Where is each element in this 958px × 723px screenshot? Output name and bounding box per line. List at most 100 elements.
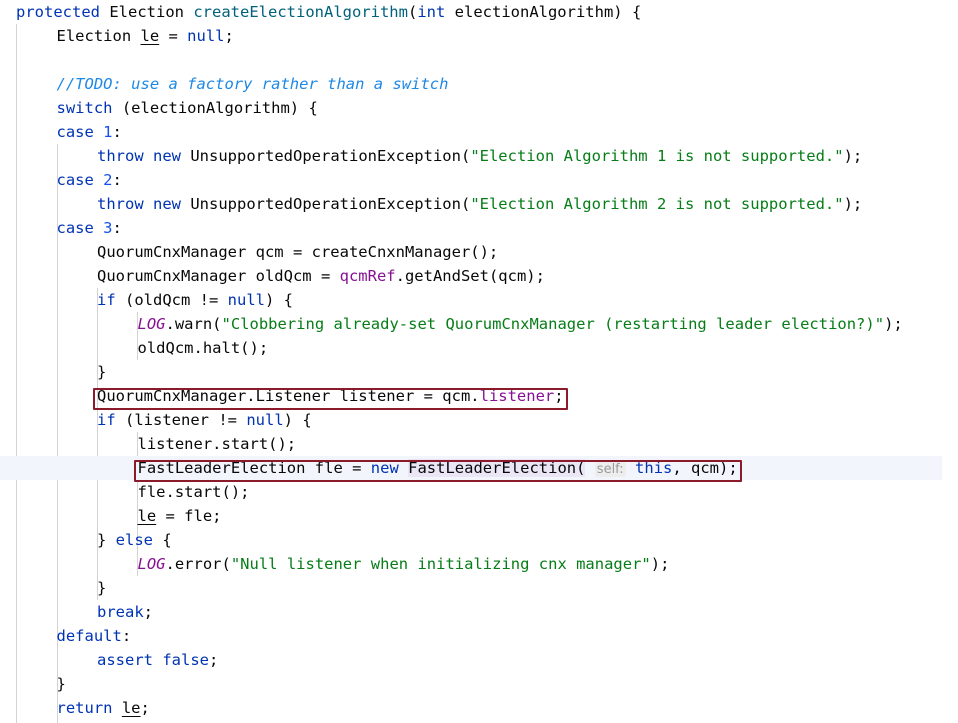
code-token: );: [843, 195, 863, 213]
code-content[interactable]: protected Election createElectionAlgorit…: [0, 0, 958, 720]
code-token: .getAndSet(qcm);: [395, 267, 545, 285]
inlay-hint[interactable]: self:: [594, 462, 626, 477]
code-token: :: [112, 219, 122, 237]
code-line[interactable]: return le;: [0, 696, 958, 720]
code-editor[interactable]: protected Election createElectionAlgorit…: [0, 0, 958, 723]
code-token: le: [121, 699, 141, 717]
code-token: .error(: [165, 555, 231, 573]
code-token: );: [650, 555, 670, 573]
code-line[interactable]: LOG.error("Null listener when initializi…: [0, 552, 958, 576]
line-tokens: listener.start();: [138, 435, 297, 453]
code-token: :: [121, 627, 132, 645]
code-token: (: [407, 3, 418, 21]
code-line[interactable]: throw new UnsupportedOperationException(…: [0, 192, 958, 216]
code-line[interactable]: }: [0, 672, 958, 696]
code-line[interactable]: default:: [0, 624, 958, 648]
code-line[interactable]: QuorumCnxManager qcm = createCnxnManager…: [0, 240, 958, 264]
line-tokens: throw new UnsupportedOperationException(…: [97, 147, 862, 165]
code-token: break: [97, 603, 144, 621]
code-line[interactable]: } else {: [0, 528, 958, 552]
code-token: Election: [56, 27, 132, 45]
code-token: .warn(: [165, 315, 222, 333]
line-tokens: return le;: [57, 699, 150, 717]
code-line[interactable]: listener.start();: [0, 432, 958, 456]
line-tokens: }: [97, 363, 106, 381]
code-line[interactable]: case 1:: [0, 120, 958, 144]
line-tokens: assert false;: [97, 651, 218, 669]
code-token: (oldQcm !=: [115, 291, 228, 309]
line-tokens: LOG.warn("Clobbering already-set QuorumC…: [138, 315, 903, 333]
code-line[interactable]: Election le = null;: [0, 24, 958, 48]
line-tokens: QuorumCnxManager qcm = createCnxnManager…: [97, 243, 498, 261]
code-token: QuorumCnxManager.Listener listener = qcm…: [97, 387, 480, 405]
code-token: :: [112, 171, 122, 189]
line-tokens: }: [57, 675, 66, 693]
code-token: le: [140, 27, 160, 45]
code-line[interactable]: break;: [0, 600, 958, 624]
code-line[interactable]: //TODO: use a factory rather than a swit…: [0, 72, 958, 96]
code-token: //TODO: use a factory rather than a swit…: [56, 75, 449, 93]
line-tokens: if (oldQcm != null) {: [97, 291, 293, 309]
code-token: if: [97, 291, 116, 309]
code-line[interactable]: if (oldQcm != null) {: [0, 288, 958, 312]
code-token: {: [153, 531, 172, 549]
code-token: oldQcm.halt();: [137, 339, 269, 357]
line-tokens: FastLeaderElection fle = new FastLeaderE…: [138, 459, 738, 477]
code-token: assert: [97, 651, 153, 669]
code-line[interactable]: assert false;: [0, 648, 958, 672]
code-token: "Election Algorithm 2 is not supported.": [470, 195, 844, 213]
code-token: LOG: [137, 315, 166, 333]
code-line[interactable]: }: [0, 360, 958, 384]
code-token: ;: [140, 699, 150, 717]
code-token: null: [246, 411, 284, 429]
code-token: =: [159, 27, 188, 45]
code-token: :: [112, 123, 122, 141]
code-line[interactable]: }: [0, 576, 958, 600]
line-tokens: le = fle;: [138, 507, 222, 525]
code-line[interactable]: protected Election createElectionAlgorit…: [0, 0, 958, 24]
code-token: listener: [479, 387, 555, 405]
code-token: listener.start();: [137, 435, 297, 453]
code-line[interactable]: case 2:: [0, 168, 958, 192]
code-line[interactable]: QuorumCnxManager oldQcm = qcmRef.getAndS…: [0, 264, 958, 288]
code-token: = fle;: [156, 507, 222, 525]
code-line[interactable]: LOG.warn("Clobbering already-set QuorumC…: [0, 312, 958, 336]
code-line[interactable]: throw new UnsupportedOperationException(…: [0, 144, 958, 168]
code-token: qcmRef: [339, 267, 396, 285]
code-line[interactable]: if (listener != null) {: [0, 408, 958, 432]
code-line[interactable]: le = fle;: [0, 504, 958, 528]
line-tokens: QuorumCnxManager oldQcm = qcmRef.getAndS…: [97, 267, 545, 285]
code-line[interactable]: [0, 48, 958, 72]
code-line[interactable]: switch (electionAlgorithm) {: [0, 96, 958, 120]
code-token: }: [97, 363, 107, 381]
code-token: );: [843, 147, 863, 165]
code-line[interactable]: QuorumCnxManager.Listener listener = qcm…: [0, 384, 958, 408]
line-tokens: default:: [57, 627, 132, 645]
code-token: ;: [209, 651, 219, 669]
code-token: FastLeaderElection(: [408, 459, 586, 477]
code-line[interactable]: fle.start();: [0, 480, 958, 504]
code-line[interactable]: case 3:: [0, 216, 958, 240]
line-tokens: break;: [97, 603, 153, 621]
code-token: switch: [56, 99, 113, 117]
code-token: UnsupportedOperationException(: [181, 195, 471, 213]
code-token: return: [56, 699, 113, 717]
code-line[interactable]: FastLeaderElection fle = new FastLeaderE…: [0, 456, 942, 480]
code-token: 3: [103, 219, 113, 237]
line-tokens: QuorumCnxManager.Listener listener = qcm…: [97, 387, 564, 405]
line-tokens: protected Election createElectionAlgorit…: [16, 3, 641, 21]
line-tokens: case 1:: [57, 123, 122, 141]
code-token: fle.start();: [137, 483, 250, 501]
code-token: false: [162, 651, 210, 669]
code-token: new: [370, 459, 399, 477]
code-line[interactable]: oldQcm.halt();: [0, 336, 958, 360]
code-token: null: [187, 27, 225, 45]
code-token: );: [884, 315, 903, 333]
